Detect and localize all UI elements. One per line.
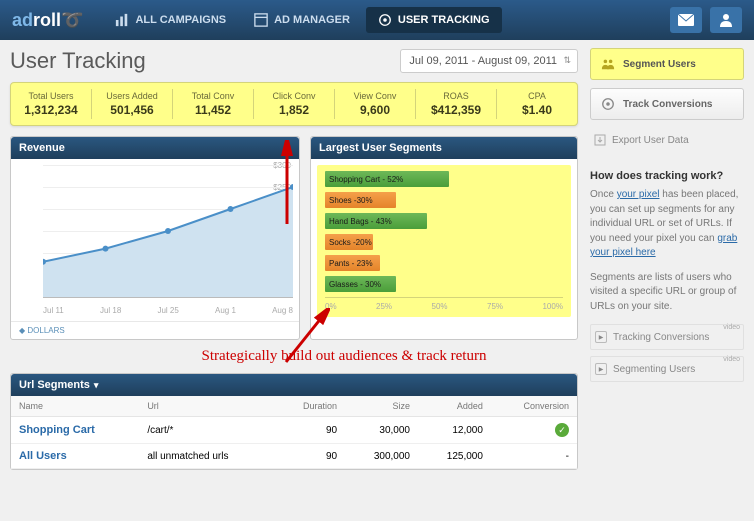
table-row[interactable]: Shopping Cart/cart/*9030,00012,000✓ <box>11 417 577 444</box>
chart-unit-label: Dollars <box>11 321 299 339</box>
check-icon: ✓ <box>555 423 569 437</box>
segment-name[interactable]: All Users <box>11 444 139 469</box>
stat-label: ROAS <box>420 91 492 101</box>
mail-button[interactable] <box>670 7 702 33</box>
mail-icon <box>678 14 694 26</box>
panel-header: Url Segments▾ <box>11 374 577 396</box>
column-header[interactable]: Url <box>139 396 275 417</box>
stat-item: View Conv 9,600 <box>335 89 416 119</box>
video-tracking-conversions[interactable]: ▶ Tracking Conversions video <box>590 324 744 350</box>
url-segments-panel: Url Segments▾ NameUrlDurationSizeAddedCo… <box>10 373 578 470</box>
your-pixel-link[interactable]: your pixel <box>617 189 660 200</box>
stat-value: $1.40 <box>501 103 573 117</box>
segments-panel: Largest User Segments Shopping Cart - 52… <box>310 136 578 340</box>
play-icon: ▶ <box>595 363 607 375</box>
stat-value: 11,452 <box>177 103 249 117</box>
track-conversions-button[interactable]: Track Conversions <box>590 88 744 120</box>
stat-label: Total Users <box>15 91 87 101</box>
segments-chart: Shopping Cart - 52%Shoes -30%Hand Bags -… <box>317 165 571 317</box>
stat-value: 501,456 <box>96 103 168 117</box>
profile-button[interactable] <box>710 7 742 33</box>
play-icon: ▶ <box>595 331 607 343</box>
chart-icon <box>115 13 129 27</box>
stats-bar: Total Users 1,312,234 Users Added 501,456 To… <box>10 82 578 126</box>
target-icon <box>378 13 392 27</box>
panel-header: Revenue <box>11 137 299 159</box>
top-nav: adroll➰ All Campaigns Ad Manager User Tr… <box>0 0 754 40</box>
revenue-panel: Revenue $50$100$150$200$250$300Jul 11Jul… <box>10 136 300 340</box>
stat-item: Click Conv 1,852 <box>254 89 335 119</box>
stat-item: Total Users 1,312,234 <box>11 89 92 119</box>
nav-all-campaigns[interactable]: All Campaigns <box>103 7 238 33</box>
chevron-down-icon: ▾ <box>94 380 99 391</box>
page-title: User Tracking <box>10 48 146 74</box>
target-icon <box>601 97 615 111</box>
url-segments-table: NameUrlDurationSizeAddedConversion Shopp… <box>11 396 577 469</box>
stat-label: Users Added <box>96 91 168 101</box>
stat-value: 9,600 <box>339 103 411 117</box>
stat-label: Total Conv <box>177 91 249 101</box>
logo[interactable]: adroll➰ <box>12 10 83 31</box>
video-segmenting-users[interactable]: ▶ Segmenting Users video <box>590 356 744 382</box>
annotation-text: Strategically build out audiences & trac… <box>110 348 578 365</box>
stat-label: CPA <box>501 91 573 101</box>
column-header[interactable]: Size <box>345 396 418 417</box>
date-range-picker[interactable]: Jul 09, 2011 - August 09, 2011 <box>400 49 578 73</box>
column-header[interactable]: Conversion <box>491 396 577 417</box>
nav-ad-manager[interactable]: Ad Manager <box>242 7 362 33</box>
right-sidebar: Segment Users Track Conversions Export U… <box>590 48 744 470</box>
stat-value: 1,852 <box>258 103 330 117</box>
nav-user-tracking[interactable]: User Tracking <box>366 7 502 33</box>
stat-item: Total Conv 11,452 <box>173 89 254 119</box>
column-header[interactable]: Duration <box>275 396 345 417</box>
stat-item: CPA $1.40 <box>497 89 577 119</box>
help-paragraph-1: Once your pixel has been placed, you can… <box>590 188 744 261</box>
panel-header: Largest User Segments <box>311 137 577 159</box>
stat-item: Users Added 501,456 <box>92 89 173 119</box>
stat-label: Click Conv <box>258 91 330 101</box>
help-heading: How does tracking work? <box>590 170 744 182</box>
stat-label: View Conv <box>339 91 411 101</box>
segment-users-button[interactable]: Segment Users <box>590 48 744 80</box>
segment-name[interactable]: Shopping Cart <box>11 417 139 444</box>
export-user-data-link[interactable]: Export User Data <box>590 128 744 152</box>
help-paragraph-2: Segments are lists of users who visited … <box>590 271 744 315</box>
column-header[interactable]: Name <box>11 396 139 417</box>
layout-icon <box>254 13 268 27</box>
export-icon <box>594 134 606 146</box>
stat-value: $412,359 <box>420 103 492 117</box>
column-header[interactable]: Added <box>418 396 491 417</box>
stat-item: ROAS $412,359 <box>416 89 497 119</box>
stat-value: 1,312,234 <box>15 103 87 117</box>
users-icon <box>601 57 615 71</box>
user-icon <box>719 13 733 27</box>
table-row[interactable]: All Usersall unmatched urls90300,000125,… <box>11 444 577 469</box>
revenue-chart: $50$100$150$200$250$300Jul 11Jul 18Jul 2… <box>17 165 293 315</box>
